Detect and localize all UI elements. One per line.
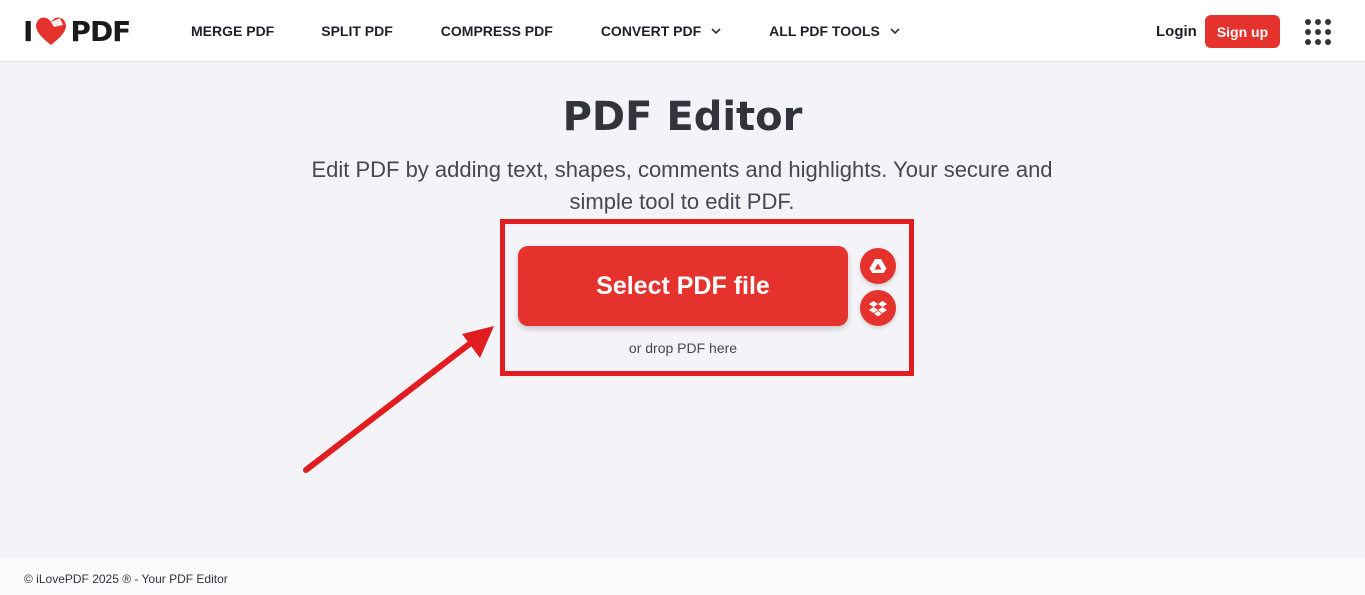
chevron-down-icon [711,28,721,35]
logo-text-i: I [23,14,33,48]
nav-all-pdf-tools[interactable]: ALL PDF TOOLS [769,23,900,39]
dropbox-button[interactable] [860,290,896,326]
page-subtitle: Edit PDF by adding text, shapes, comment… [311,157,1053,214]
nav-label: MERGE PDF [191,23,275,39]
chevron-down-icon [890,28,900,35]
google-drive-icon [869,259,887,273]
nav-label: COMPRESS PDF [440,23,553,39]
nav-split-pdf[interactable]: SPLIT PDF [321,23,393,39]
grid-menu-icon[interactable] [1305,19,1331,45]
logo-text-pdf: PDF [70,14,131,48]
nav-compress-pdf[interactable]: COMPRESS PDF [441,23,553,39]
main-nav: MERGE PDF SPLIT PDF COMPRESS PDF CONVERT… [191,0,900,62]
page-title: PDF Editor [562,94,803,140]
footer-copyright: © iLovePDF 2025 ® - Your PDF Editor [24,572,228,586]
nav-label: ALL PDF TOOLS [769,23,880,39]
select-pdf-file-button[interactable]: Select PDF file [518,246,848,326]
nav-merge-pdf[interactable]: MERGE PDF [191,23,274,39]
nav-label: SPLIT PDF [321,23,393,39]
heart-icon [36,17,67,45]
ilovepdf-logo[interactable]: I PDF [23,14,131,48]
drop-file-hint: or drop PDF here [628,340,738,356]
nav-convert-pdf[interactable]: CONVERT PDF [601,23,721,39]
annotation-arrow [303,326,494,473]
google-drive-button[interactable] [860,248,896,284]
nav-label: CONVERT PDF [600,23,702,39]
signup-button[interactable]: Sign up [1205,15,1280,48]
footer: © iLovePDF 2025 ® - Your PDF Editor [0,558,1365,595]
dropbox-icon [869,300,887,316]
top-navbar: I PDF MERGE PDF SPLIT PDF COMPRESS PDF C… [0,0,1365,62]
login-link[interactable]: Login [1156,23,1197,40]
